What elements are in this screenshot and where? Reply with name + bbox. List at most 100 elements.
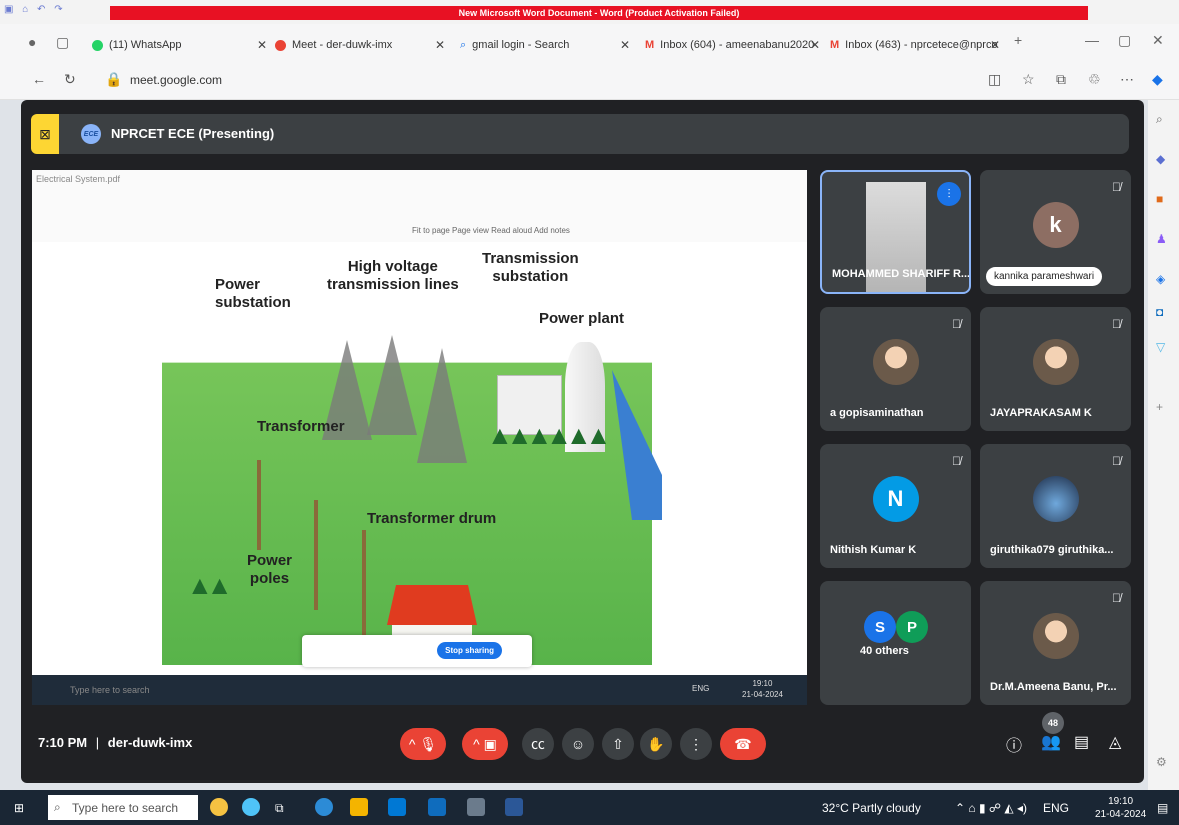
mic-off-icon: 🎙̸	[952, 317, 961, 331]
search-icon[interactable]: ⌕	[1156, 112, 1163, 127]
clock-date: 21-04-2024	[1095, 809, 1147, 820]
word-icon[interactable]	[505, 798, 523, 816]
participant-tile[interactable]: 🎙̸ k kannika parameshwari	[980, 170, 1131, 294]
participant-tile[interactable]: 🎙̸ Dr.M.Ameena Banu, Pr...	[980, 581, 1131, 705]
power-pole	[257, 460, 261, 550]
participant-tile[interactable]: 🎙̸ JAYAPRAKASAM K	[980, 307, 1131, 431]
participant-tile[interactable]: 🎙̸ giruthika079 giruthika...	[980, 444, 1131, 568]
taskbar-search[interactable]: ⌕ Type here to search	[48, 795, 198, 820]
browser-tab-bar: ● ▢ (11) WhatsApp ✕ Meet - der-duwk-imx …	[0, 24, 1179, 62]
m365-icon[interactable]: ◈	[1156, 272, 1165, 286]
more-icon[interactable]: ⋯	[1120, 71, 1134, 88]
mic-off-icon: 🎙̸	[952, 454, 961, 468]
avatar	[1032, 339, 1079, 385]
refresh-icon[interactable]: ↻	[64, 71, 76, 88]
notifications-icon[interactable]: ▤	[1157, 801, 1168, 815]
shared-taskbar-clock: 19:10 21-04-2024	[742, 679, 783, 699]
lock-icon[interactable]: 🔒	[105, 71, 122, 88]
present-button[interactable]: ⇧	[602, 728, 634, 760]
people-count-badge: 48	[1042, 712, 1064, 734]
participant-name: a gopisaminathan	[830, 407, 924, 419]
captions-button[interactable]: ㏄	[522, 728, 554, 760]
close-icon[interactable]: ✕	[990, 38, 1000, 52]
taskbar-search-placeholder: Type here to search	[72, 800, 179, 815]
close-icon[interactable]: ✕	[810, 38, 820, 52]
word-quick-access-icons[interactable]: ▣ ⌂ ↶ ↷	[4, 4, 66, 15]
outlook-icon[interactable]: ◘	[1156, 305, 1163, 319]
tab-actions-icon[interactable]: ▢	[56, 34, 69, 51]
tag-icon[interactable]: ◆	[1156, 152, 1165, 166]
weather-widget-icon[interactable]	[242, 798, 260, 816]
participant-tile[interactable]: 🎙̸ N Nithish Kumar K	[820, 444, 971, 568]
participant-name: JAYAPRAKASAM K	[990, 407, 1092, 419]
participant-tile[interactable]: 🎙̸ a gopisaminathan	[820, 307, 971, 431]
split-screen-icon[interactable]: ◫	[988, 71, 1001, 88]
briefcase-icon[interactable]: ■	[1156, 192, 1163, 206]
weather-status[interactable]: 32°C Partly cloudy	[822, 801, 921, 815]
mail-icon[interactable]	[428, 798, 446, 816]
file-explorer-icon[interactable]	[350, 798, 368, 816]
chat-icon[interactable]: ▤	[1074, 732, 1089, 752]
collections-icon[interactable]: ⧉	[1056, 71, 1066, 88]
language-indicator[interactable]: ENG	[1043, 801, 1069, 815]
tab-whatsapp[interactable]: (11) WhatsApp ✕	[92, 34, 267, 56]
tray-icons[interactable]: ⌃ ⌂ ▮ ☍ ◭ ◂)	[955, 801, 1027, 815]
camera-toggle-button[interactable]: ^ ▣	[462, 728, 508, 760]
browser-profile-icon[interactable]: ●	[28, 34, 36, 50]
info-icon[interactable]: ⓘ	[1006, 732, 1022, 756]
trees: ▲▲	[187, 570, 233, 600]
tab-label: Meet - der-duwk-imx	[292, 39, 393, 51]
store-icon[interactable]	[388, 798, 406, 816]
label-power-substation: Power substation	[215, 276, 291, 311]
minimize-icon[interactable]: —	[1085, 32, 1099, 48]
new-tab-button[interactable]: +	[1014, 32, 1022, 48]
people-icon[interactable]: 👥	[1041, 732, 1061, 752]
task-view-icon[interactable]: ⧉	[275, 801, 284, 816]
avatar: S	[864, 611, 896, 643]
drop-icon[interactable]: ▽	[1156, 340, 1165, 354]
close-window-icon[interactable]: ✕	[1152, 32, 1164, 49]
activities-icon[interactable]: ◬	[1109, 732, 1121, 752]
others-count: 40 others	[860, 645, 909, 657]
add-icon[interactable]: +	[1156, 400, 1163, 414]
mic-off-icon: 🎙̸	[1112, 591, 1121, 605]
mic-toggle-button[interactable]: ^ 🎙	[400, 728, 446, 760]
emoji-button[interactable]: ☺	[562, 728, 594, 760]
tab-gmail-search[interactable]: ⌕ gmail login - Search ✕	[460, 34, 630, 56]
participant-tile[interactable]: ⫶ MOHAMMED SHARIFF R...	[820, 170, 971, 294]
tab-meet[interactable]: Meet - der-duwk-imx ✕	[275, 34, 445, 56]
more-options-button[interactable]: ⋮	[680, 728, 712, 760]
settings-icon[interactable]: ⚙	[1156, 755, 1167, 769]
windows-start-icon[interactable]: ⊞	[14, 801, 24, 815]
taskbar-clock[interactable]: 19:10 21-04-2024	[1095, 795, 1146, 821]
others-tile[interactable]: S P 40 others	[820, 581, 971, 705]
games-icon[interactable]: ♟	[1156, 232, 1167, 246]
stop-sharing-button[interactable]: Stop sharing	[437, 642, 502, 659]
edge-browser-icon[interactable]	[315, 798, 333, 816]
gmail-icon: M	[645, 39, 655, 51]
copilot-icon[interactable]: ◆	[1152, 71, 1163, 88]
back-icon[interactable]: ←	[32, 71, 46, 87]
url-field[interactable]: meet.google.com	[130, 73, 222, 87]
label-transmission-substation: Transmission substation	[482, 250, 579, 285]
shared-screen: Electrical System.pdf Fit to page Page v…	[32, 170, 807, 705]
weather-widget-icon[interactable]	[210, 798, 228, 816]
tab-inbox-ameena[interactable]: M Inbox (604) - ameenabanu2020 ✕	[645, 34, 820, 56]
transmission-tower	[367, 335, 417, 435]
avatar: k	[1032, 202, 1079, 248]
leave-call-button[interactable]: ☎	[720, 728, 766, 760]
extensions-icon[interactable]: ♲	[1088, 71, 1101, 88]
avatar	[1032, 613, 1079, 659]
search-icon: ⌕	[54, 800, 61, 814]
close-icon[interactable]: ✕	[620, 38, 630, 52]
close-icon[interactable]: ✕	[257, 38, 267, 52]
tab-inbox-nprcet[interactable]: M Inbox (463) - nprcetece@nprco ✕	[830, 34, 1000, 56]
raise-hand-button[interactable]: ✋	[640, 728, 672, 760]
maximize-icon[interactable]: ▢	[1118, 32, 1131, 49]
participant-name: kannika parameshwari	[986, 267, 1103, 286]
favorites-icon[interactable]: ☆	[1022, 71, 1035, 88]
presentation-icon: ⊠	[31, 114, 59, 154]
app-icon[interactable]	[467, 798, 485, 816]
close-icon[interactable]: ✕	[435, 38, 445, 52]
time: 7:10 PM	[38, 735, 88, 750]
